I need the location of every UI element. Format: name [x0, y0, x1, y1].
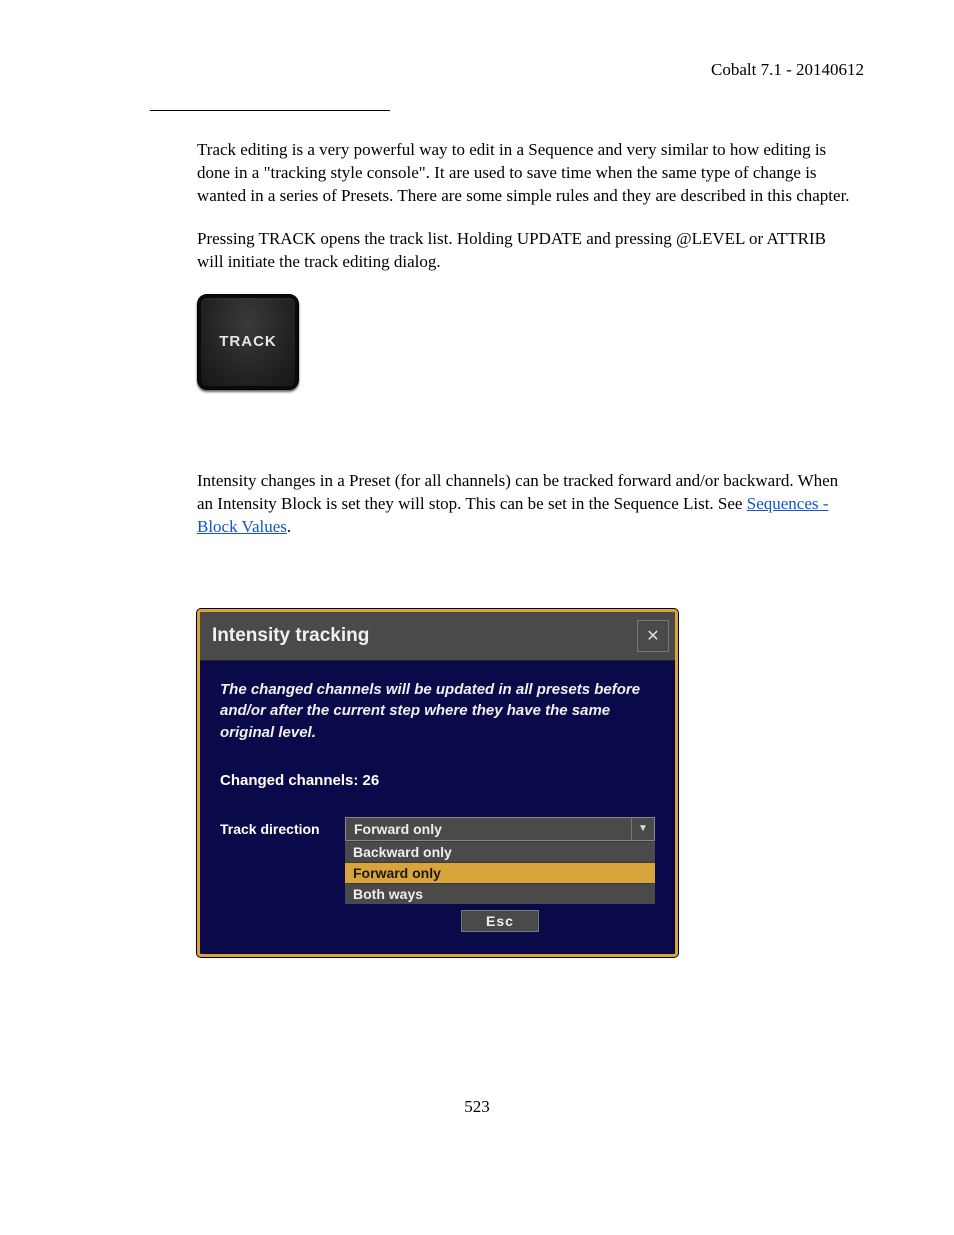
track-key-label: TRACK — [219, 332, 277, 352]
header-version: Cobalt 7.1 - 20140612 — [90, 60, 864, 80]
combobox-value: Forward only — [346, 818, 631, 840]
paragraph: Pressing TRACK opens the track list. Hol… — [197, 228, 854, 274]
track-key-graphic: TRACK — [197, 294, 299, 390]
esc-button[interactable]: Esc — [461, 910, 539, 932]
section-divider — [150, 110, 390, 111]
close-icon: ✕ — [646, 626, 659, 646]
page-number: 523 — [0, 1097, 954, 1117]
changed-channels-row: Changed channels: 26 — [220, 772, 655, 789]
paragraph: Track editing is a very powerful way to … — [197, 139, 854, 208]
chevron-down-icon: ▼ — [631, 818, 654, 840]
text: Intensity changes in a Preset (for all c… — [197, 471, 838, 513]
intensity-tracking-dialog: Intensity tracking ✕ The changed channel… — [197, 609, 678, 957]
track-direction-row: Track direction Forward only ▼ Backward … — [220, 817, 655, 932]
dropdown-list: Backward only Forward only Both ways — [345, 841, 655, 904]
body-text: Track editing is a very powerful way to … — [197, 139, 854, 539]
paragraph: Intensity changes in a Preset (for all c… — [197, 470, 854, 539]
track-direction-label: Track direction — [220, 817, 335, 837]
dialog-title: Intensity tracking — [212, 625, 369, 647]
document-page: Cobalt 7.1 - 20140612 Track editing is a… — [0, 0, 954, 1235]
dialog-body: The changed channels will be updated in … — [200, 661, 675, 954]
track-direction-dropdown: Forward only ▼ Backward only Forward onl… — [345, 817, 655, 932]
track-direction-combobox[interactable]: Forward only ▼ — [345, 817, 655, 841]
dialog-titlebar: Intensity tracking ✕ — [200, 612, 675, 661]
changed-channels-count: 26 — [363, 772, 380, 789]
text: . — [287, 517, 291, 536]
dropdown-option-backward[interactable]: Backward only — [345, 841, 655, 862]
changed-channels-label: Changed channels: — [220, 772, 358, 789]
dialog-description: The changed channels will be updated in … — [220, 679, 655, 744]
dropdown-option-forward[interactable]: Forward only — [345, 862, 655, 883]
dropdown-option-both[interactable]: Both ways — [345, 883, 655, 904]
close-button[interactable]: ✕ — [637, 620, 669, 652]
